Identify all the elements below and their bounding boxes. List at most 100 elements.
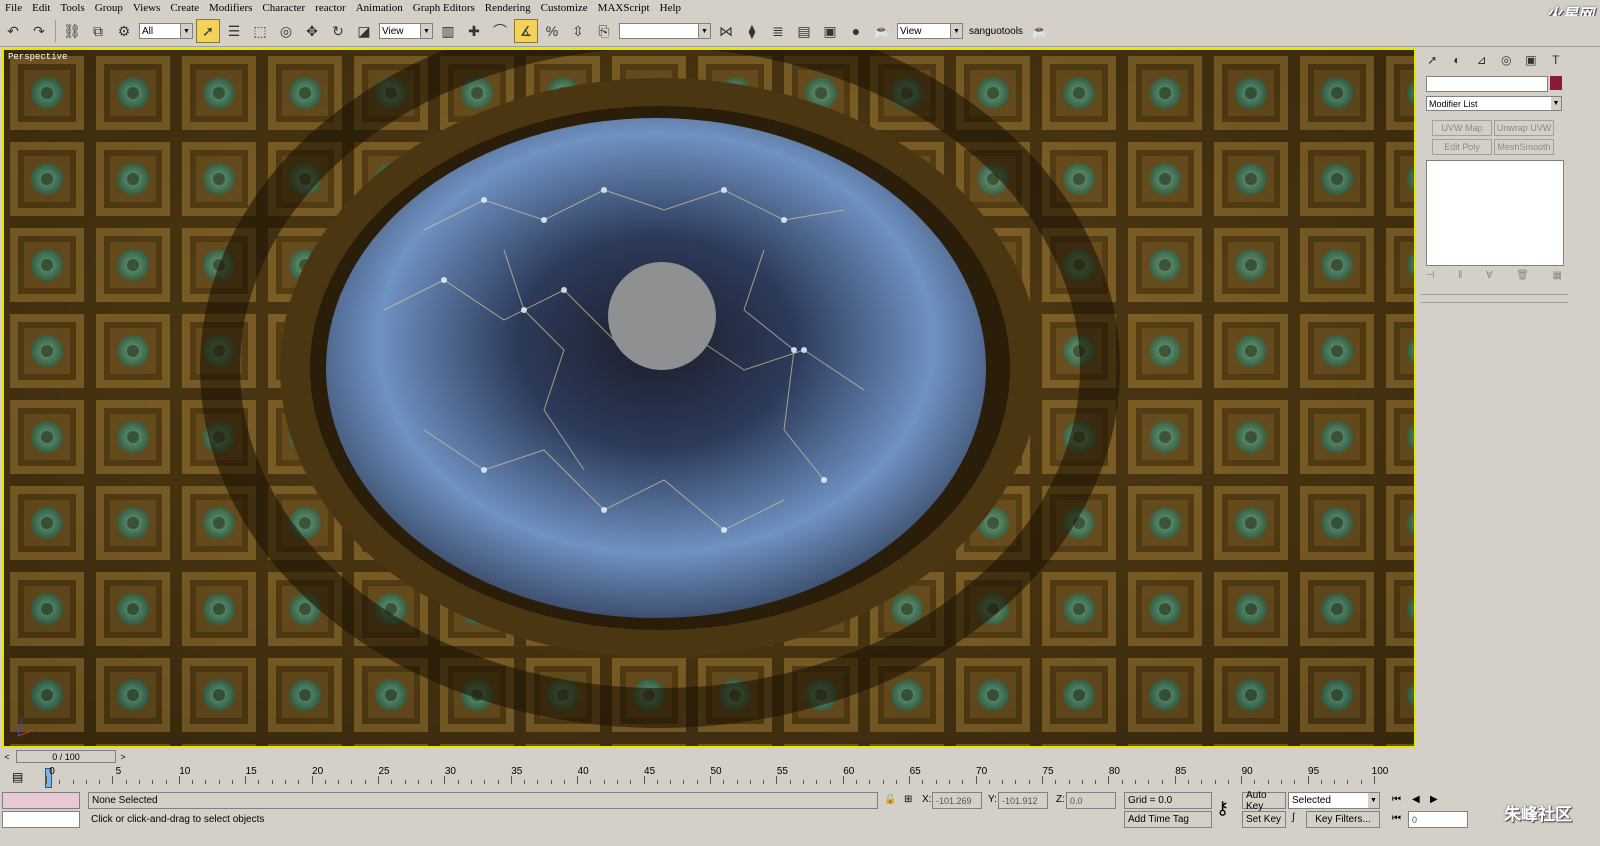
display-tab-icon[interactable]: ▣ <box>1521 51 1541 69</box>
time-slider[interactable]: < 0 / 100 > <box>2 750 1416 764</box>
pivot-center-icon[interactable]: ▥ <box>436 19 460 43</box>
remove-modifier-icon[interactable]: 🗑 <box>1516 270 1529 286</box>
uvw-map-button[interactable]: UVW Map <box>1432 120 1492 136</box>
z-coord-label: Z: <box>1056 794 1065 805</box>
track-bar[interactable]: ▤ 0 5 10 15 20 25 30 35 40 45 50 55 60 65 70 75 80 85 90 95… <box>0 766 1600 790</box>
menu-animation[interactable]: Animation <box>351 2 408 14</box>
edit-poly-button[interactable]: Edit Poly <box>1432 139 1492 155</box>
make-unique-icon[interactable]: ∀ <box>1486 270 1493 286</box>
move-icon[interactable]: ✥ <box>300 19 324 43</box>
render-scene-icon[interactable]: ☕ <box>870 19 894 43</box>
ruler-tick <box>670 780 672 784</box>
set-key-button[interactable]: Set Key <box>1242 811 1286 828</box>
menu-help[interactable]: Help <box>655 2 686 14</box>
select-manipulate-icon[interactable]: ✚ <box>462 19 486 43</box>
undo-icon[interactable]: ↶ <box>1 19 25 43</box>
motion-tab-icon[interactable]: ◎ <box>1496 51 1516 69</box>
redo-icon[interactable]: ↷ <box>27 19 51 43</box>
quick-render-icon[interactable]: ☕ <box>1028 19 1052 43</box>
watermark-bottom: 朱峰社区 <box>1504 805 1572 824</box>
key-mode-dropdown[interactable]: Selected ▼ <box>1288 792 1380 809</box>
current-frame-field[interactable]: 0 <box>1408 811 1468 828</box>
menu-reactor[interactable]: reactor <box>310 2 351 14</box>
unlink-icon[interactable]: ⧉ <box>86 19 110 43</box>
named-selection-dropdown[interactable]: ▼ <box>619 23 711 39</box>
perspective-viewport[interactable]: Perspective <box>2 48 1416 748</box>
z-coord-field[interactable]: 0.0 <box>1066 792 1116 809</box>
menu-edit[interactable]: Edit <box>27 2 55 14</box>
ruler-tick <box>524 780 526 784</box>
hierarchy-tab-icon[interactable]: ⊿ <box>1472 51 1492 69</box>
maxscript-input-mini[interactable] <box>2 811 80 828</box>
lock-selection-icon[interactable]: 🔒 <box>884 794 896 805</box>
material-editor-icon[interactable]: ● <box>844 19 868 43</box>
mini-curve-editor-icon[interactable]: ▤ <box>12 770 28 784</box>
bind-space-warp-icon[interactable]: ⚙ <box>112 19 136 43</box>
modifier-stack[interactable] <box>1426 160 1564 266</box>
menu-character[interactable]: Character <box>257 2 310 14</box>
spinner-snap-icon[interactable]: ⇳ <box>566 19 590 43</box>
utilities-tab-icon[interactable]: T <box>1546 51 1566 69</box>
add-time-tag[interactable]: Add Time Tag <box>1124 811 1212 828</box>
key-filters-button[interactable]: Key Filters... <box>1306 811 1380 828</box>
menu-customize[interactable]: Customize <box>536 2 593 14</box>
window-crossing-icon[interactable]: ◎ <box>274 19 298 43</box>
create-tab-icon[interactable]: ➚ <box>1422 51 1442 69</box>
select-by-name-icon[interactable]: ☰ <box>222 19 246 43</box>
edit-named-selection-icon[interactable]: ⎘ <box>592 19 616 43</box>
reference-coordinate-dropdown[interactable]: View ▼ <box>379 23 433 39</box>
meshsmooth-button[interactable]: MeshSmooth <box>1494 139 1554 155</box>
x-coord-field[interactable]: -101.269 <box>932 792 982 809</box>
rectangular-selection-icon[interactable]: ⬚ <box>248 19 272 43</box>
play-icon[interactable]: ▶ <box>1430 794 1438 805</box>
percent-snap-icon[interactable]: % <box>540 19 564 43</box>
menu-file[interactable]: File <box>0 2 27 14</box>
render-type-dropdown[interactable]: View ▼ <box>897 23 963 39</box>
menu-create[interactable]: Create <box>165 2 204 14</box>
default-tangent-icon[interactable]: ∫ <box>1292 812 1295 823</box>
menu-group[interactable]: Group <box>90 2 128 14</box>
modify-tab-icon[interactable]: ◐ <box>1447 51 1467 69</box>
frame-ruler[interactable]: 0 5 10 15 20 25 30 35 40 45 50 55 60 65 70 75 80 85 90 95 10… <box>40 766 1416 790</box>
unwrap-uvw-button[interactable]: Unwrap UVW <box>1494 120 1554 136</box>
key-mode-toggle-icon[interactable]: ⏮ <box>1392 813 1401 824</box>
menu-rendering[interactable]: Rendering <box>480 2 536 14</box>
time-slider-next[interactable]: > <box>118 751 128 763</box>
configure-sets-icon[interactable]: ▦ <box>1553 270 1562 286</box>
mirror-icon[interactable]: ⋈ <box>714 19 738 43</box>
menu-modifiers[interactable]: Modifiers <box>204 2 257 14</box>
layer-manager-icon[interactable]: ≣ <box>766 19 790 43</box>
pin-stack-icon[interactable]: ⊣ <box>1426 270 1435 286</box>
time-slider-prev[interactable]: < <box>2 751 12 763</box>
menu-views[interactable]: Views <box>128 2 165 14</box>
absolute-mode-icon[interactable]: ⊞ <box>904 794 912 805</box>
menu-tools[interactable]: Tools <box>55 2 89 14</box>
ruler-tick <box>922 780 924 784</box>
auto-key-button[interactable]: Auto Key <box>1242 790 1286 812</box>
scale-icon[interactable]: ◪ <box>352 19 376 43</box>
select-and-link-icon[interactable]: ⛓ <box>60 19 84 43</box>
y-coord-field[interactable]: -101.912 <box>998 792 1048 809</box>
object-name-field[interactable] <box>1426 76 1548 92</box>
time-slider-thumb[interactable]: 0 / 100 <box>16 750 116 763</box>
modifier-list-dropdown[interactable]: Modifier List ▼ <box>1426 96 1562 111</box>
ruler-tick <box>46 776 47 784</box>
menu-graph-editors[interactable]: Graph Editors <box>408 2 480 14</box>
previous-frame-icon[interactable]: ◀ <box>1412 794 1420 805</box>
viewport-label[interactable]: Perspective <box>8 52 67 62</box>
selection-filter-dropdown[interactable]: All ▼ <box>139 23 193 39</box>
schematic-view-icon[interactable]: ▣ <box>818 19 842 43</box>
menu-maxscript[interactable]: MAXScript <box>593 2 655 14</box>
select-object-icon[interactable]: ➚ <box>196 19 220 43</box>
show-end-result-icon[interactable]: ‖ <box>1458 270 1462 286</box>
ruler-tick <box>696 780 698 784</box>
align-icon[interactable]: ⧫ <box>740 19 764 43</box>
object-color-swatch[interactable] <box>1550 76 1562 90</box>
set-key-icon[interactable]: ⚷ <box>1216 798 1229 819</box>
go-to-start-icon[interactable]: ⏮ <box>1392 794 1401 805</box>
rotate-icon[interactable]: ↻ <box>326 19 350 43</box>
maxscript-listener-mini[interactable] <box>2 792 80 809</box>
curve-editor-icon[interactable]: ▤ <box>792 19 816 43</box>
angle-snap-icon[interactable]: ∡ <box>514 19 538 43</box>
snap-toggle-icon[interactable]: ⌒ <box>488 19 512 43</box>
